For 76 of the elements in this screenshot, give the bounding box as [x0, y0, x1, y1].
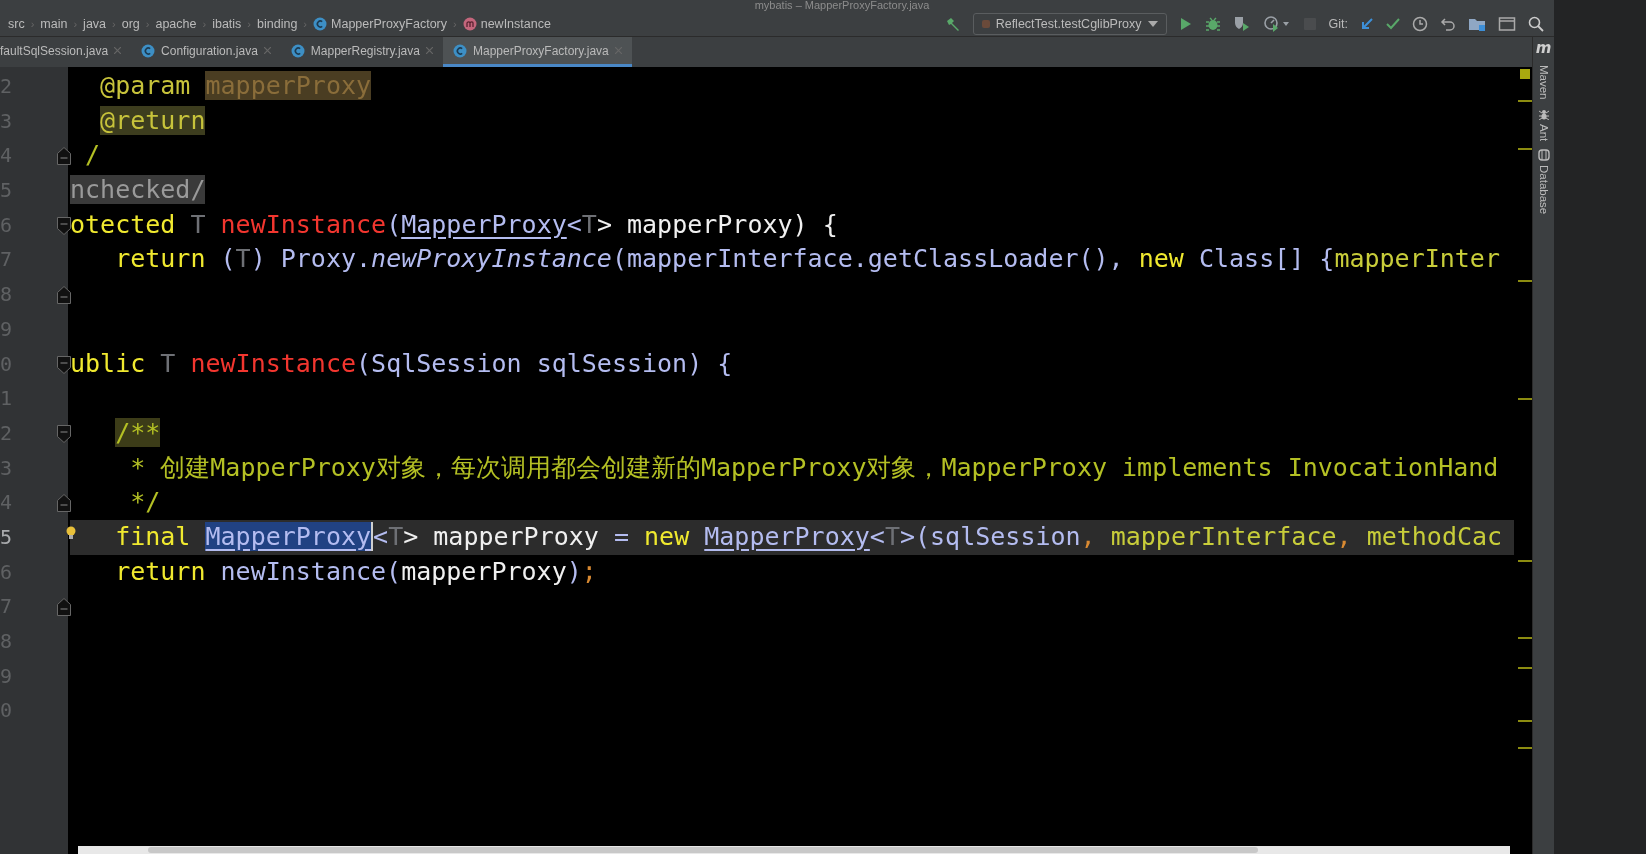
breadcrumb-item[interactable]: src	[4, 16, 29, 31]
run-icon[interactable]	[1178, 15, 1193, 32]
stripe-marker[interactable]	[1518, 667, 1532, 669]
gauge-run-icon[interactable]	[1262, 15, 1291, 32]
breadcrumb-item[interactable]: newInstance	[458, 16, 555, 31]
window-icon[interactable]	[1498, 15, 1516, 32]
tool-window-button[interactable]: Ant	[1537, 123, 1550, 141]
shield-run-icon[interactable]	[1232, 15, 1251, 32]
class-icon	[313, 16, 327, 31]
fold-marker-icon[interactable]	[57, 216, 71, 235]
close-icon[interactable]	[114, 47, 122, 54]
undo-icon[interactable]	[1440, 15, 1456, 32]
stripe-marker[interactable]	[1518, 637, 1532, 639]
stripe-marker[interactable]	[1518, 280, 1532, 282]
fold-marker-icon[interactable]	[57, 424, 71, 443]
check-icon[interactable]	[1386, 16, 1400, 31]
stripe-marker[interactable]	[1518, 560, 1532, 562]
code-line: ublic T newInstance(SqlSession sqlSession) {	[70, 347, 734, 380]
code-line: @param mapperProxy	[99, 70, 373, 102]
breadcrumb-item[interactable]: org	[117, 16, 144, 31]
clock-icon[interactable]	[1412, 15, 1428, 32]
stripe-marker[interactable]	[1518, 398, 1532, 400]
code-line: /	[84, 139, 102, 172]
breadcrumb-item[interactable]: java	[79, 16, 111, 31]
breadcrumb-separator: ›	[72, 17, 79, 30]
breadcrumb-separator: ›	[201, 17, 208, 30]
breadcrumb-separator: ›	[144, 17, 151, 30]
window-title: mybatis – MapperProxyFactory.java	[753, 0, 931, 11]
fold-marker-icon[interactable]	[57, 598, 71, 617]
warning-marker[interactable]	[1520, 69, 1530, 79]
file-tab[interactable]: faultSqlSession.java	[0, 37, 132, 67]
caret-icon[interactable]	[1147, 20, 1158, 27]
file-tab[interactable]: Configuration.java	[131, 37, 281, 67]
breadcrumb-item[interactable]: binding	[253, 16, 302, 31]
run-config-dropdown[interactable]: ReflectTest.testCglibProxy	[972, 12, 1167, 35]
code-line: return newInstance(mapperProxy);	[114, 555, 598, 588]
breadcrumb-separator: ›	[302, 17, 308, 30]
fold-marker-icon[interactable]	[57, 286, 71, 305]
code-line: otected T newInstance(MapperProxy<T> mapperProxy) {	[70, 208, 839, 241]
breadcrumb-item[interactable]: main	[36, 16, 72, 31]
breadcrumb-separator: ›	[111, 17, 117, 30]
database-icon	[1537, 148, 1550, 161]
code-line: return (T) Proxy.newProxyInstance(mapperInterface.getClassLoader(), new Class[] {mapperInter	[114, 243, 1501, 276]
bug-icon[interactable]	[1204, 15, 1221, 32]
tool-window-button[interactable]: Maven	[1537, 65, 1550, 100]
close-icon[interactable]	[425, 47, 433, 54]
git-label: Git:	[1328, 16, 1348, 31]
breadcrumb-item[interactable]: apache	[151, 16, 201, 31]
fold-marker-icon[interactable]	[57, 355, 71, 374]
fold-marker-icon[interactable]	[57, 147, 71, 166]
file-tab[interactable]: MapperProxyFactory.java	[442, 37, 632, 67]
ant-icon	[1537, 107, 1550, 120]
hammer-icon[interactable]	[944, 15, 961, 32]
test-config-icon	[981, 19, 990, 28]
lightbulb-icon[interactable]	[66, 525, 76, 540]
maven-logo[interactable]: m	[1535, 39, 1552, 57]
breadcrumb-item[interactable]: ibatis	[208, 16, 246, 31]
file-tab[interactable]: MapperRegistry.java	[280, 37, 443, 67]
stripe-marker[interactable]	[1518, 720, 1532, 722]
stripe-marker[interactable]	[1518, 148, 1532, 150]
arrow-icon[interactable]	[1360, 16, 1374, 31]
close-icon[interactable]	[263, 47, 271, 54]
fold-marker-icon[interactable]	[57, 494, 71, 513]
code-line: * 创建MapperProxy对象，每次调用都会创建新的MapperProxy对象，MapperProxy implements InvocationHand	[129, 451, 1500, 484]
line-number: 5	[0, 525, 13, 548]
code-line: */	[129, 486, 162, 519]
search-icon[interactable]	[1528, 15, 1544, 32]
breadcrumb-separator: ›	[29, 17, 36, 30]
horizontal-scrollbar[interactable]	[78, 846, 1510, 854]
tool-window-button[interactable]: Database	[1537, 164, 1550, 215]
breadcrumb-item[interactable]: MapperProxyFactory	[309, 16, 452, 31]
method-icon	[462, 16, 477, 31]
stripe-marker[interactable]	[1518, 747, 1532, 749]
stripe-marker[interactable]	[1518, 100, 1532, 102]
breadcrumb-separator: ›	[452, 17, 458, 30]
breadcrumb-separator: ›	[246, 17, 252, 30]
